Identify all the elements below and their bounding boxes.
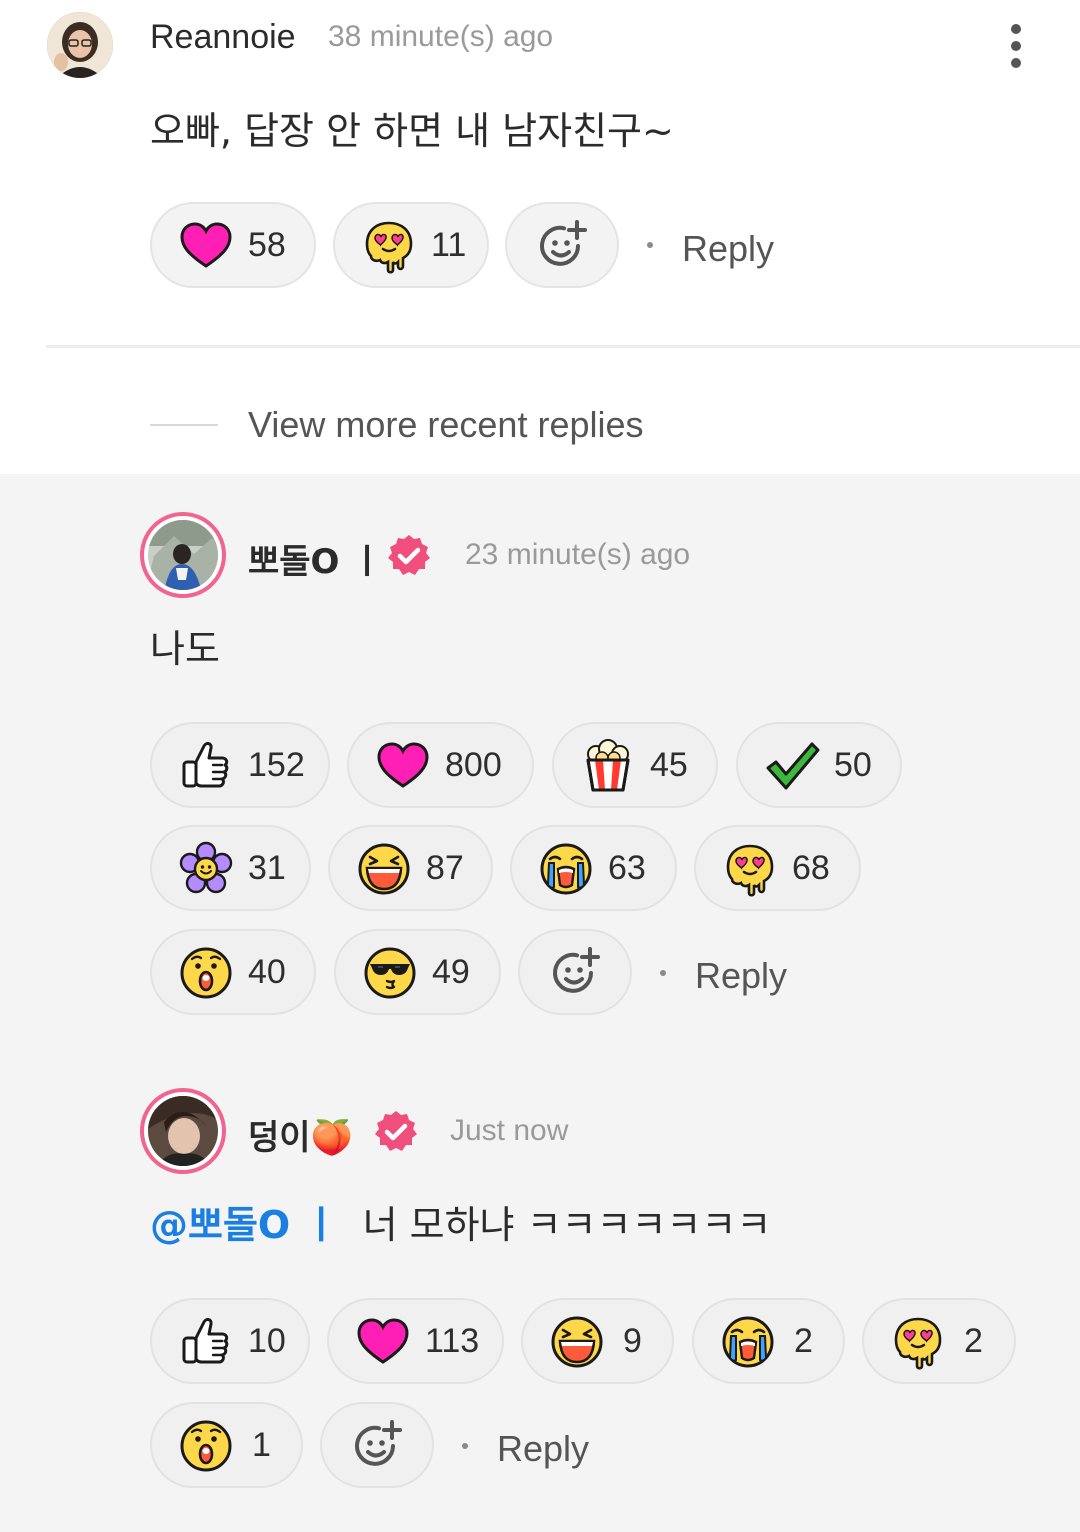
reaction-count: 2: [964, 1322, 983, 1360]
heart-icon: [178, 218, 234, 274]
reaction-chip-melting-love[interactable]: 68: [694, 825, 861, 911]
replies-section: 뽀돌O ㅣ 23 minute(s) ago 나도 152 800 45 50 …: [0, 474, 1080, 1532]
reaction-chip-surprised[interactable]: 40: [150, 929, 316, 1015]
user-mention[interactable]: @뽀돌O ㅣ: [150, 1203, 338, 1247]
more-options-icon[interactable]: [1011, 24, 1023, 68]
reply-button[interactable]: Reply: [497, 1428, 589, 1470]
reaction-chip-thumbs-up[interactable]: 152: [150, 722, 330, 808]
reaction-count: 31: [248, 849, 286, 887]
reaction-chip-popcorn[interactable]: 45: [552, 722, 718, 808]
reply-username[interactable]: 덩이🍑: [248, 1110, 353, 1159]
reaction-count: 1: [252, 1426, 271, 1464]
reaction-count: 87: [426, 849, 464, 887]
reaction-chip-melting-love[interactable]: 11: [333, 202, 489, 288]
reaction-count: 152: [248, 746, 305, 784]
verified-badge-icon: [386, 533, 432, 579]
reaction-chip-thumbs-up[interactable]: 10: [150, 1298, 310, 1384]
reply-text: @뽀돌O ㅣ 너 모하냐 ㅋㅋㅋㅋㅋㅋㅋ: [150, 1194, 771, 1249]
reaction-chip-heart[interactable]: 58: [150, 202, 316, 288]
reaction-chip-sunglasses[interactable]: 49: [334, 929, 501, 1015]
reaction-count: 68: [792, 849, 830, 887]
separator-dot: [660, 970, 666, 976]
reaction-chip-crying[interactable]: 2: [692, 1298, 845, 1384]
reply-timestamp: 23 minute(s) ago: [465, 538, 691, 571]
add-reaction-button[interactable]: [505, 202, 619, 288]
reply-message: 너 모하냐 ㅋㅋㅋㅋㅋㅋㅋ: [362, 1203, 772, 1247]
reaction-chip-melting-love[interactable]: 2: [862, 1298, 1016, 1384]
reaction-count: 9: [623, 1322, 642, 1360]
sunglasses-face-icon: [362, 945, 418, 1001]
crying-face-icon: [538, 841, 594, 897]
comment-text: 오빠, 답장 안 하면 내 남자친구~: [150, 109, 674, 153]
reaction-count: 113: [425, 1322, 480, 1360]
melting-love-face-icon: [722, 841, 778, 897]
add-reaction-button[interactable]: [518, 929, 632, 1015]
flower-icon: [178, 841, 234, 897]
reaction-count: 50: [834, 746, 872, 784]
reply-username[interactable]: 뽀돌O ㅣ: [248, 534, 383, 583]
add-reaction-icon: [547, 945, 603, 1001]
popcorn-icon: [580, 738, 636, 794]
separator-dot: [647, 242, 653, 248]
reply-button[interactable]: Reply: [695, 955, 787, 997]
reaction-chip-laughing[interactable]: 9: [521, 1298, 674, 1384]
thread-line: [150, 424, 218, 426]
reaction-count: 2: [794, 1322, 813, 1360]
heart-icon: [375, 738, 431, 794]
separator-dot: [462, 1443, 468, 1449]
laughing-face-icon: [549, 1314, 605, 1370]
crying-face-icon: [720, 1314, 776, 1370]
melting-love-face-icon: [361, 218, 417, 274]
comment-timestamp: 38 minute(s) ago: [328, 20, 554, 53]
comment-username[interactable]: Reannoie: [150, 18, 296, 57]
reply-timestamp: Just now: [450, 1114, 569, 1147]
heart-icon: [355, 1314, 411, 1370]
reaction-count: 58: [248, 226, 286, 264]
avatar[interactable]: [140, 512, 226, 598]
add-reaction-button[interactable]: [320, 1402, 434, 1488]
verified-badge-icon: [373, 1109, 419, 1155]
check-mark-icon: [764, 738, 820, 794]
reaction-chip-laughing[interactable]: 87: [328, 825, 493, 911]
view-more-replies-button[interactable]: View more recent replies: [248, 404, 644, 446]
reaction-chip-surprised[interactable]: 1: [150, 1402, 303, 1488]
surprised-face-icon: [178, 1418, 234, 1474]
reaction-chip-heart[interactable]: 113: [327, 1298, 504, 1384]
reaction-chip-check[interactable]: 50: [736, 722, 902, 808]
divider: [46, 345, 1080, 348]
thumbs-up-icon: [178, 738, 234, 794]
reply-text: 나도: [150, 627, 220, 671]
reaction-count: 49: [432, 953, 470, 991]
reply-button[interactable]: Reply: [682, 228, 774, 270]
reaction-count: 45: [650, 746, 688, 784]
laughing-face-icon: [356, 841, 412, 897]
reaction-count: 11: [431, 226, 467, 264]
reaction-count: 10: [248, 1322, 286, 1360]
surprised-face-icon: [178, 945, 234, 1001]
avatar[interactable]: [140, 1088, 226, 1174]
add-reaction-icon: [349, 1418, 405, 1474]
reaction-chip-crying[interactable]: 63: [510, 825, 677, 911]
reaction-chip-flower[interactable]: 31: [150, 825, 311, 911]
avatar[interactable]: [47, 12, 113, 78]
thumbs-up-icon: [178, 1314, 234, 1370]
reaction-chip-heart[interactable]: 800: [347, 722, 534, 808]
melting-love-face-icon: [890, 1314, 946, 1370]
reaction-count: 800: [445, 746, 502, 784]
add-reaction-icon: [534, 218, 590, 274]
comment: Reannoie 38 minute(s) ago 오빠, 답장 안 하면 내 …: [0, 0, 1080, 474]
reaction-count: 63: [608, 849, 646, 887]
reaction-count: 40: [248, 953, 286, 991]
